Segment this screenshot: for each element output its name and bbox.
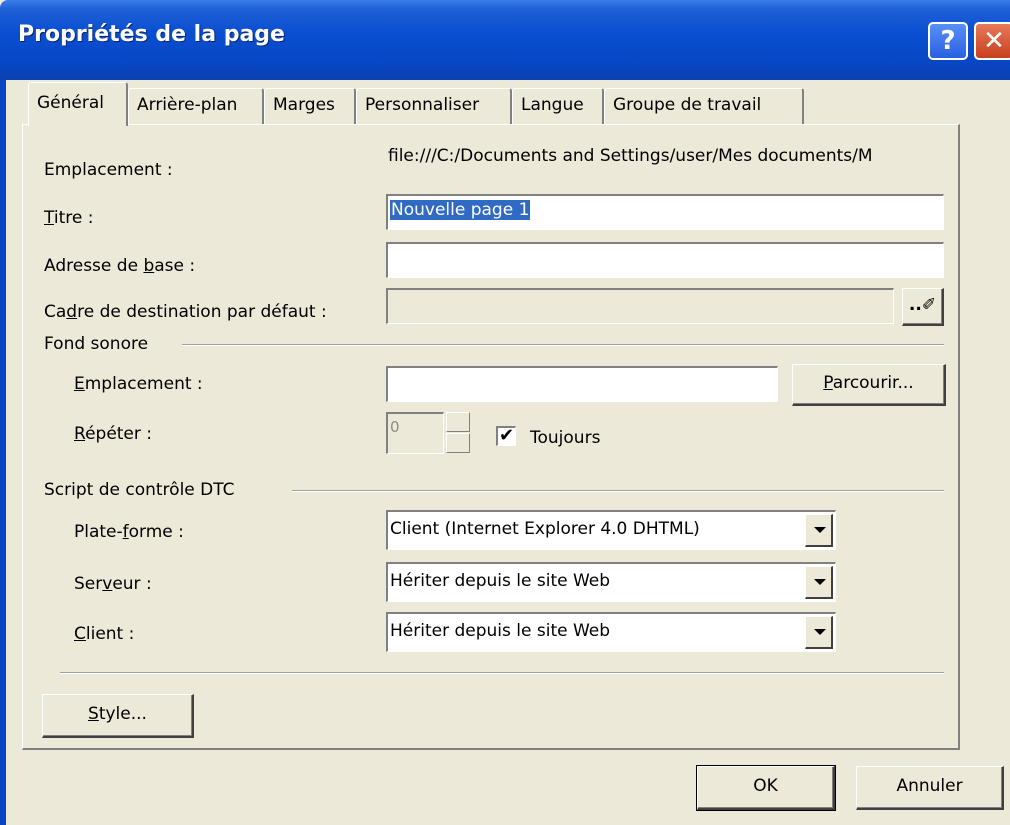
chevron-down-icon[interactable] [805,616,833,649]
cancel-button[interactable]: Annuler [856,766,1004,810]
chevron-down-icon[interactable] [805,514,833,547]
platform-select[interactable]: Client (Internet Explorer 4.0 DHTML) [386,510,836,550]
style-label: tyle... [98,704,147,724]
check-icon: ✔ [498,425,515,446]
help-button[interactable]: ? [928,22,968,60]
client-label: Client : [74,624,135,644]
bottom-divider [60,672,944,674]
client-select-value: Hériter depuis le site Web [390,621,611,641]
server-select[interactable]: Hériter depuis le site Web [386,562,836,602]
tab-background[interactable]: Arrière-plan [128,88,264,124]
always-checkbox[interactable]: ✔ [496,426,516,446]
tab-label: Arrière-plan [137,95,238,115]
tab-label: Personnaliser [365,95,480,115]
chevron-down-icon[interactable] [805,566,833,599]
tab-language[interactable]: Langue [512,88,604,124]
base-address-input[interactable] [386,242,944,278]
ok-button[interactable]: OK [696,765,836,811]
close-button[interactable]: ✕ [974,22,1010,60]
dtc-group-label: Script de contrôle DTC [44,480,235,500]
style-label-accel: S [88,704,99,724]
base-address-label: Adresse de base : [44,256,196,276]
sound-group-divider [182,344,944,346]
repeat-spinner[interactable] [446,412,470,454]
tab-general[interactable]: Général [28,82,128,126]
pencil-icon: ..✐ [908,295,937,315]
platform-select-value: Client (Internet Explorer 4.0 DHTML) [390,519,700,539]
tab-label: Groupe de travail [613,95,762,115]
browse-label: arcourir... [832,373,914,393]
client-select[interactable]: Hériter depuis le site Web [386,612,836,652]
style-button[interactable]: Style... [42,694,194,738]
server-label: Serveur : [74,574,152,594]
location-label: Emplacement : [44,160,173,180]
sound-group-label: Fond sonore [44,334,149,354]
edit-target-button[interactable]: ..✐ [902,288,944,326]
dtc-group-divider [292,490,944,492]
spin-down-button[interactable] [446,433,470,453]
window-frame [0,80,6,825]
tab-label: Général [37,93,104,113]
browse-button[interactable]: Parcourir... [792,364,946,406]
close-icon: ✕ [983,26,1005,56]
help-icon: ? [940,26,956,56]
tab-label: Marges [273,95,335,115]
tab-label: Langue [521,95,584,115]
repeat-input[interactable]: 0 [386,412,444,454]
tab-margins[interactable]: Marges [264,88,356,124]
browse-label-accel: P [823,373,833,393]
sound-location-label: Emplacement : [74,374,203,394]
sound-location-input[interactable] [386,366,778,402]
default-target-input[interactable] [386,288,894,324]
location-field[interactable]: file:///C:/Documents and Settings/user/M… [386,142,944,178]
default-target-label: Cadre de destination par défaut : [44,302,327,322]
title-label: Titre : [44,208,94,228]
title-bar[interactable]: Propriétés de la page ? ✕ [0,0,1010,80]
window-title: Propriétés de la page [18,22,285,47]
server-select-value: Hériter depuis le site Web [390,571,611,591]
title-input[interactable]: Nouvelle page 1 [386,194,944,230]
repeat-label: Répéter : [74,424,153,444]
title-input-value: Nouvelle page 1 [390,200,531,220]
spin-up-button[interactable] [446,412,470,432]
always-label: Toujours [530,428,601,448]
platform-label: Plate-forme : [74,522,184,542]
tab-workgroup[interactable]: Groupe de travail [604,88,804,124]
tab-customize[interactable]: Personnaliser [356,88,512,124]
